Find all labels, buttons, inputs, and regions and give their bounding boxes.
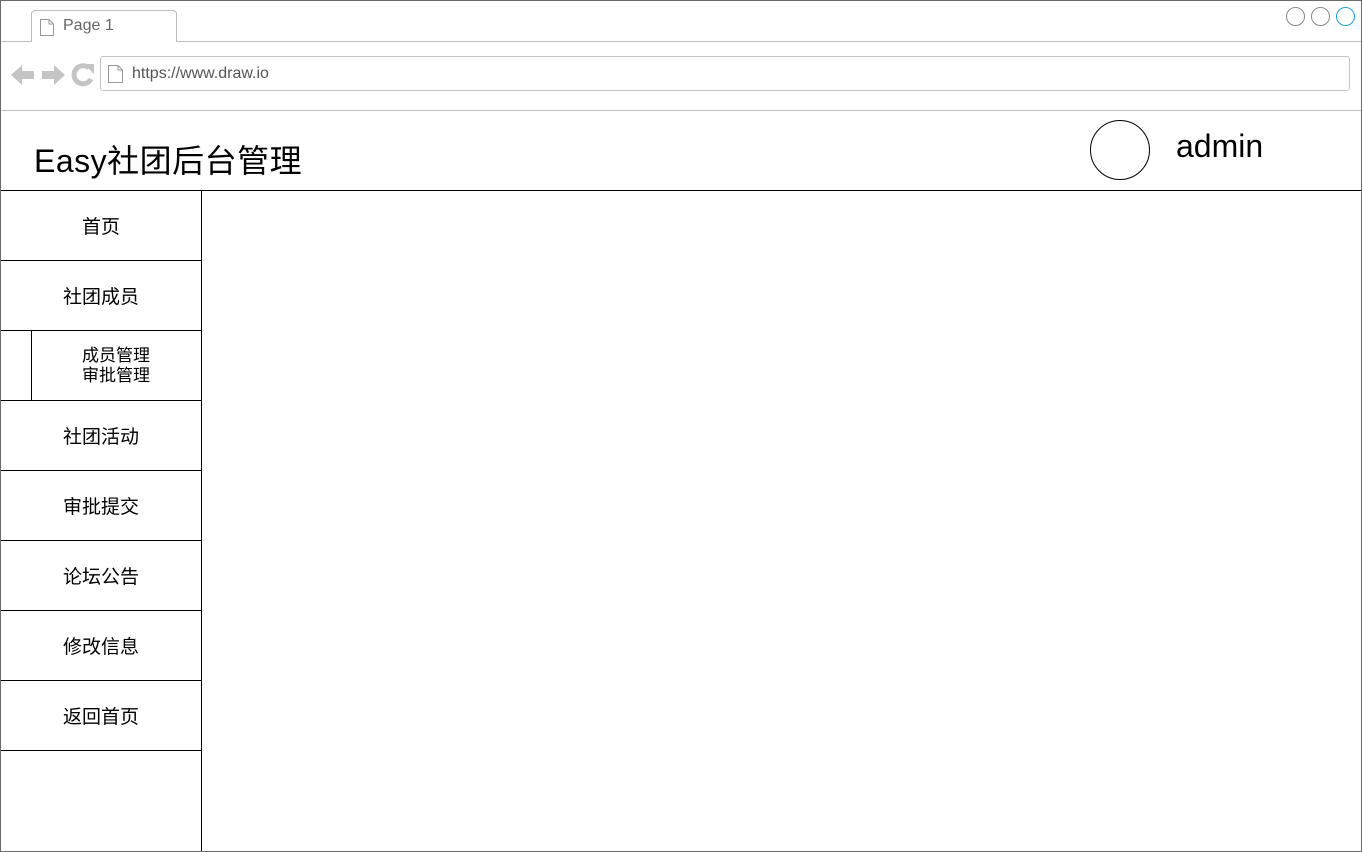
page-icon — [40, 19, 54, 36]
sidebar-item-forum-notice[interactable]: 论坛公告 — [1, 541, 201, 611]
avatar[interactable] — [1090, 120, 1150, 180]
sidebar-subitem-member-management[interactable]: 成员管理 — [31, 346, 201, 366]
sidebar-item-activities[interactable]: 社团活动 — [1, 401, 201, 471]
sidebar-submenu-members: 成员管理 审批管理 — [1, 331, 201, 401]
tab-strip: Page 1 — [1, 1, 1361, 42]
window-close-button[interactable] — [1336, 7, 1355, 26]
main-content — [202, 191, 1361, 851]
address-bar[interactable]: https://www.draw.io — [100, 56, 1350, 91]
sidebar: 首页 社团成员 成员管理 审批管理 社团活动 审批提交 论坛公告 修改信息 返回… — [1, 191, 202, 851]
back-arrow-icon[interactable] — [10, 62, 36, 88]
forward-arrow-icon[interactable] — [40, 62, 66, 88]
sidebar-subitem-approval-management[interactable]: 审批管理 — [31, 366, 201, 386]
sidebar-item-home[interactable]: 首页 — [1, 191, 201, 261]
reload-icon[interactable] — [70, 62, 96, 88]
sidebar-item-members[interactable]: 社团成员 — [1, 261, 201, 331]
browser-window: Page 1 https://www.draw.io Easy社团后台管理 ad… — [0, 0, 1362, 852]
browser-toolbar: https://www.draw.io — [1, 42, 1361, 111]
url-text: https://www.draw.io — [132, 65, 269, 82]
window-minimize-button[interactable] — [1286, 7, 1305, 26]
sidebar-item-back-home[interactable]: 返回首页 — [1, 681, 201, 751]
app-header: Easy社团后台管理 admin — [1, 111, 1361, 191]
sidebar-item-edit-info[interactable]: 修改信息 — [1, 611, 201, 681]
browser-tab[interactable]: Page 1 — [31, 10, 177, 42]
app-title: Easy社团后台管理 — [34, 143, 303, 179]
user-name[interactable]: admin — [1176, 128, 1263, 165]
window-maximize-button[interactable] — [1311, 7, 1330, 26]
tab-label: Page 1 — [63, 17, 114, 34]
sidebar-item-approval-submit[interactable]: 审批提交 — [1, 471, 201, 541]
page-icon — [108, 65, 123, 83]
